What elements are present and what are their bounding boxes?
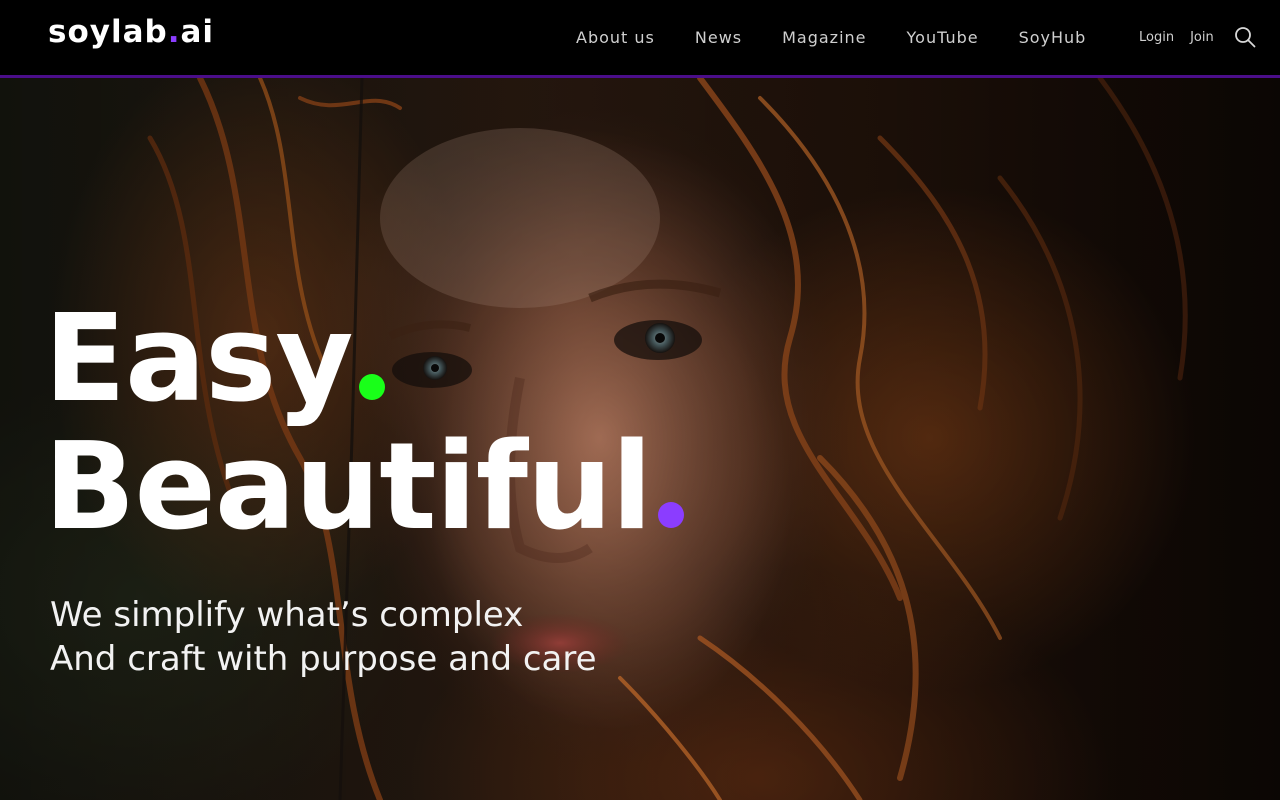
hero-section: Easy Beautiful We simplify what’s comple…: [0, 78, 1280, 800]
headline-beautiful: Beautiful: [44, 418, 653, 557]
search-button[interactable]: [1234, 26, 1256, 48]
join-link[interactable]: Join: [1182, 30, 1222, 45]
tagline-line-1: We simplify what’s complex: [50, 595, 524, 635]
headline-line-1: Easy: [44, 296, 684, 424]
logo-text: soylab: [48, 14, 168, 50]
search-icon: [1235, 27, 1256, 48]
nav-item-about-us[interactable]: About us: [556, 28, 675, 47]
green-dot-accent: [358, 374, 385, 400]
site-logo[interactable]: soylab.ai: [48, 14, 214, 50]
headline-line-2: Beautiful: [44, 424, 684, 552]
top-navigation-bar: soylab.ai About us News Magazine YouTube…: [0, 0, 1280, 78]
logo-suffix: ai: [180, 14, 215, 50]
logo-dot: .: [167, 14, 181, 50]
nav-item-news[interactable]: News: [675, 28, 762, 47]
page: soylab.ai About us News Magazine YouTube…: [0, 0, 1280, 800]
main-nav: About us News Magazine YouTube SoyHub: [556, 0, 1106, 75]
tagline-line-2: And craft with purpose and care: [50, 639, 597, 679]
auth-links: Login Join: [1131, 0, 1222, 75]
hero-tagline: We simplify what’s complex And craft wit…: [50, 593, 597, 681]
purple-dot-accent: [657, 502, 684, 528]
login-link[interactable]: Login: [1131, 30, 1182, 45]
nav-item-youtube[interactable]: YouTube: [887, 28, 999, 47]
hero-headline: Easy Beautiful: [44, 296, 684, 552]
headline-easy: Easy: [44, 290, 354, 429]
nav-item-magazine[interactable]: Magazine: [762, 28, 886, 47]
nav-item-soyhub[interactable]: SoyHub: [999, 28, 1107, 47]
